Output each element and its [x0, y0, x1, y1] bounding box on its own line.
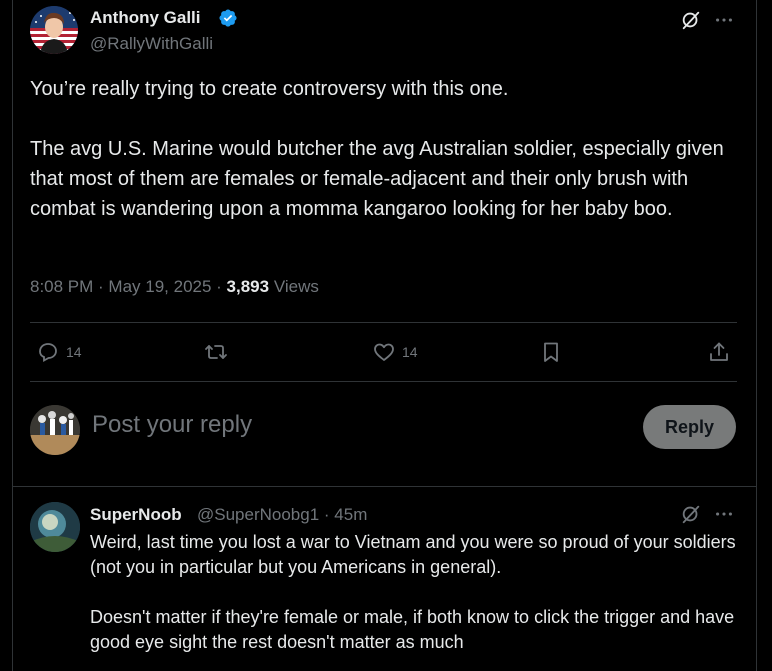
meta-separator: · — [211, 277, 227, 296]
grok-icon[interactable] — [680, 503, 702, 525]
reply-action[interactable]: 14 — [36, 340, 82, 364]
post-meta: 8:08 PM · May 19, 2025 · 3,893 Views — [30, 277, 319, 297]
post-detail: Anthony Galli @RallyWithGalli You’re rea… — [12, 0, 757, 671]
meta-separator: · — [93, 277, 109, 296]
share-icon — [710, 342, 728, 361]
bookmark-icon — [544, 342, 558, 362]
share-action[interactable] — [707, 340, 731, 364]
commenter-handle[interactable]: @SuperNoobg1 — [197, 505, 319, 524]
comment-text: Weird, last time you lost a war to Vietn… — [90, 532, 736, 652]
commenter-handle-time: @SuperNoobg1 · 45m — [197, 505, 367, 525]
views-label: Views — [273, 277, 319, 296]
commenter-avatar[interactable] — [30, 502, 80, 552]
retweet-action[interactable] — [204, 340, 228, 364]
like-action[interactable]: 14 — [372, 340, 418, 364]
author-handle[interactable]: @RallyWithGalli — [90, 34, 213, 54]
divider — [30, 381, 737, 382]
grok-icon[interactable] — [680, 9, 702, 31]
verified-badge-icon — [218, 8, 238, 28]
post-date[interactable]: May 19, 2025 — [108, 277, 211, 296]
user-avatar[interactable] — [30, 405, 80, 455]
reply-icon — [39, 343, 57, 363]
reply-button[interactable]: Reply — [643, 405, 736, 449]
reply-input[interactable]: Post your reply — [92, 411, 252, 439]
commenter-name[interactable]: SuperNoob — [90, 505, 182, 525]
like-count: 14 — [402, 344, 418, 360]
like-icon — [374, 343, 394, 361]
bookmark-action[interactable] — [539, 340, 563, 364]
views-count: 3,893 — [226, 277, 270, 296]
post-text: You’re really trying to create controver… — [30, 78, 724, 220]
comment-time[interactable]: 45m — [334, 505, 367, 524]
more-icon[interactable] — [713, 503, 735, 525]
divider — [30, 322, 737, 323]
divider — [13, 486, 756, 487]
more-icon[interactable] — [713, 9, 735, 31]
retweet-icon — [205, 345, 227, 359]
reply-count: 14 — [66, 344, 82, 360]
author-name[interactable]: Anthony Galli — [90, 8, 201, 28]
post-time[interactable]: 8:08 PM — [30, 277, 93, 296]
author-avatar[interactable] — [30, 6, 78, 54]
meta-separator: · — [319, 505, 335, 524]
